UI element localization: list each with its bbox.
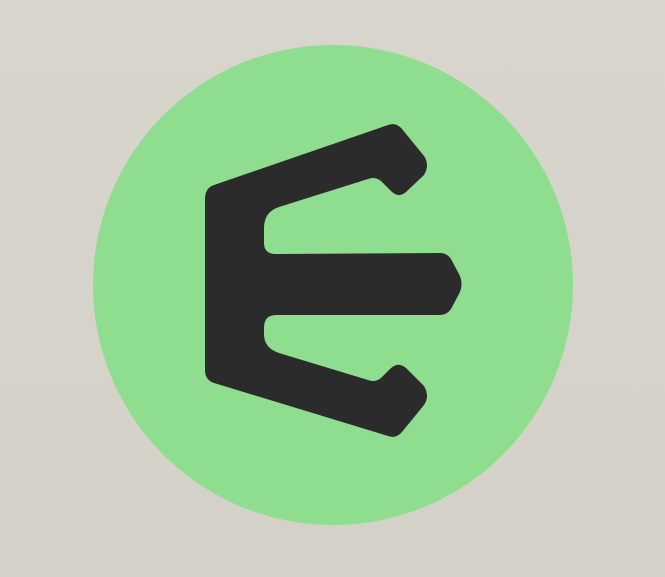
logo-canvas — [0, 0, 665, 577]
e-letter-logo-icon — [93, 45, 573, 525]
